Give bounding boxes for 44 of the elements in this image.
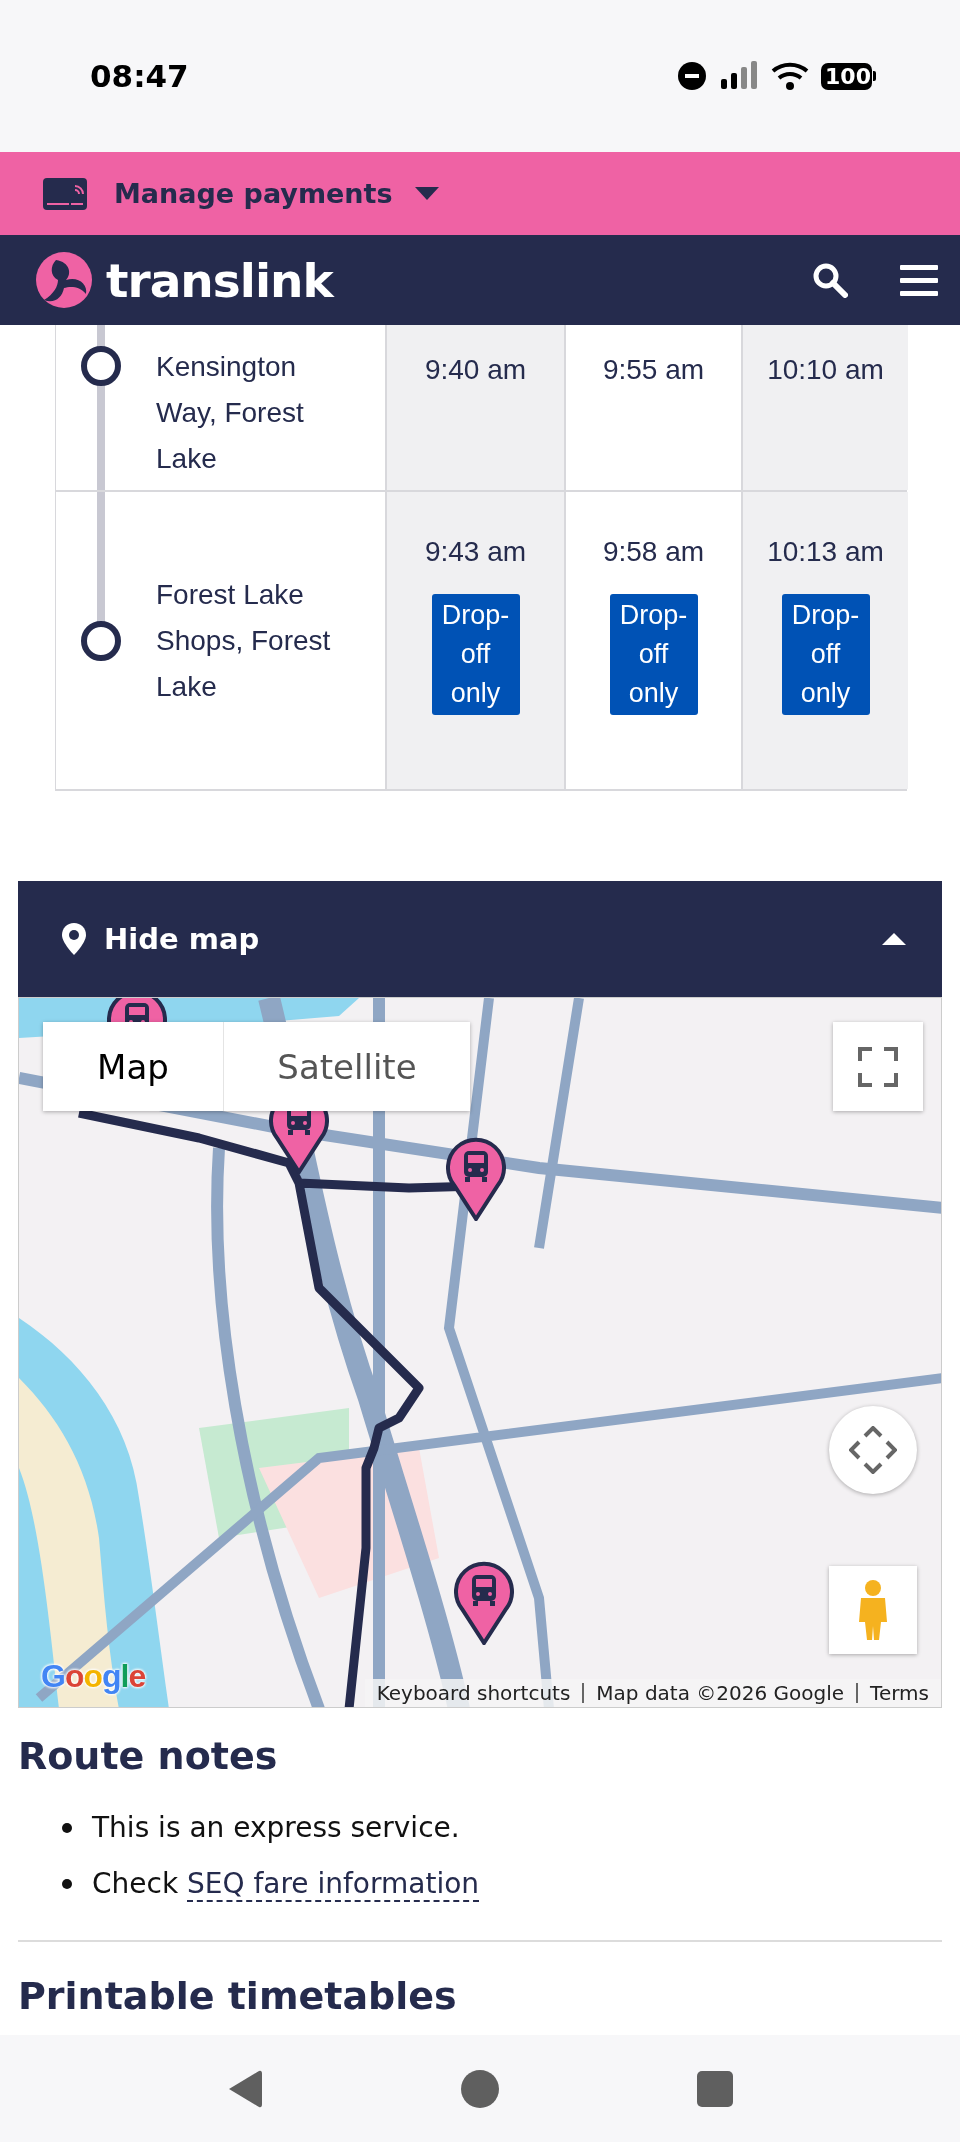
map-type-tab[interactable]: Map xyxy=(43,1022,223,1111)
manage-payments-button[interactable]: Manage payments xyxy=(114,178,439,209)
location-pin-icon xyxy=(62,923,86,955)
note-text: Check SEQ fare information xyxy=(92,1866,480,1904)
fullscreen-icon xyxy=(858,1046,898,1087)
departure-time: 9:43 am xyxy=(424,536,527,568)
signal-icon xyxy=(719,61,760,91)
bullet-icon xyxy=(62,1879,72,1889)
note-text: This is an express service. xyxy=(92,1810,460,1846)
back-button[interactable] xyxy=(227,2068,263,2109)
home-button[interactable] xyxy=(460,2068,500,2109)
card-reader-icon xyxy=(43,177,87,210)
stop-marker-icon xyxy=(81,346,121,386)
menu-icon[interactable] xyxy=(900,263,938,297)
stop-marker-icon xyxy=(81,620,121,661)
do-not-disturb-icon xyxy=(677,61,708,91)
departure-time: 9:58 am xyxy=(602,536,705,568)
departure-time: 9:55 am xyxy=(602,354,705,386)
bullet-icon xyxy=(62,1823,72,1833)
brand-name: translink xyxy=(106,252,336,308)
caret-icon xyxy=(414,186,439,201)
map-attribution-link[interactable]: Map data ©2026 Google xyxy=(582,1683,857,1703)
drop-off-badge: Drop-off only xyxy=(431,594,520,715)
map-attribution-link[interactable]: Terms xyxy=(856,1683,941,1703)
departure-time: 10:13 am xyxy=(767,536,884,568)
section-heading: Route notes xyxy=(18,1733,279,1780)
section-heading: Printable timetables xyxy=(18,1973,458,2020)
departure-time: 10:10 am xyxy=(767,354,884,386)
clock-time: 08:47 xyxy=(90,58,190,94)
drop-off-badge: Drop-off only xyxy=(609,594,698,715)
move-arrows-icon xyxy=(849,1426,897,1474)
map-type-tab[interactable]: Satellite xyxy=(223,1022,470,1111)
hide-map-toggle[interactable]: Hide map xyxy=(18,881,942,997)
map-attribution-link[interactable]: Keyboard shortcuts xyxy=(364,1681,583,1705)
fullscreen-button[interactable] xyxy=(833,1022,923,1111)
wifi-icon xyxy=(771,61,810,91)
fare-info-link[interactable]: SEQ fare information xyxy=(187,1867,480,1902)
search-icon[interactable] xyxy=(812,262,848,298)
recents-button[interactable] xyxy=(697,2070,733,2107)
drop-off-badge: Drop-off only xyxy=(781,594,870,715)
stop-name: Kensington Way, Forest Lake xyxy=(156,350,305,476)
departure-time: 9:40 am xyxy=(424,354,527,386)
logo-icon xyxy=(36,252,92,308)
stop-name: Forest Lake Shops, Forest Lake xyxy=(156,577,332,704)
